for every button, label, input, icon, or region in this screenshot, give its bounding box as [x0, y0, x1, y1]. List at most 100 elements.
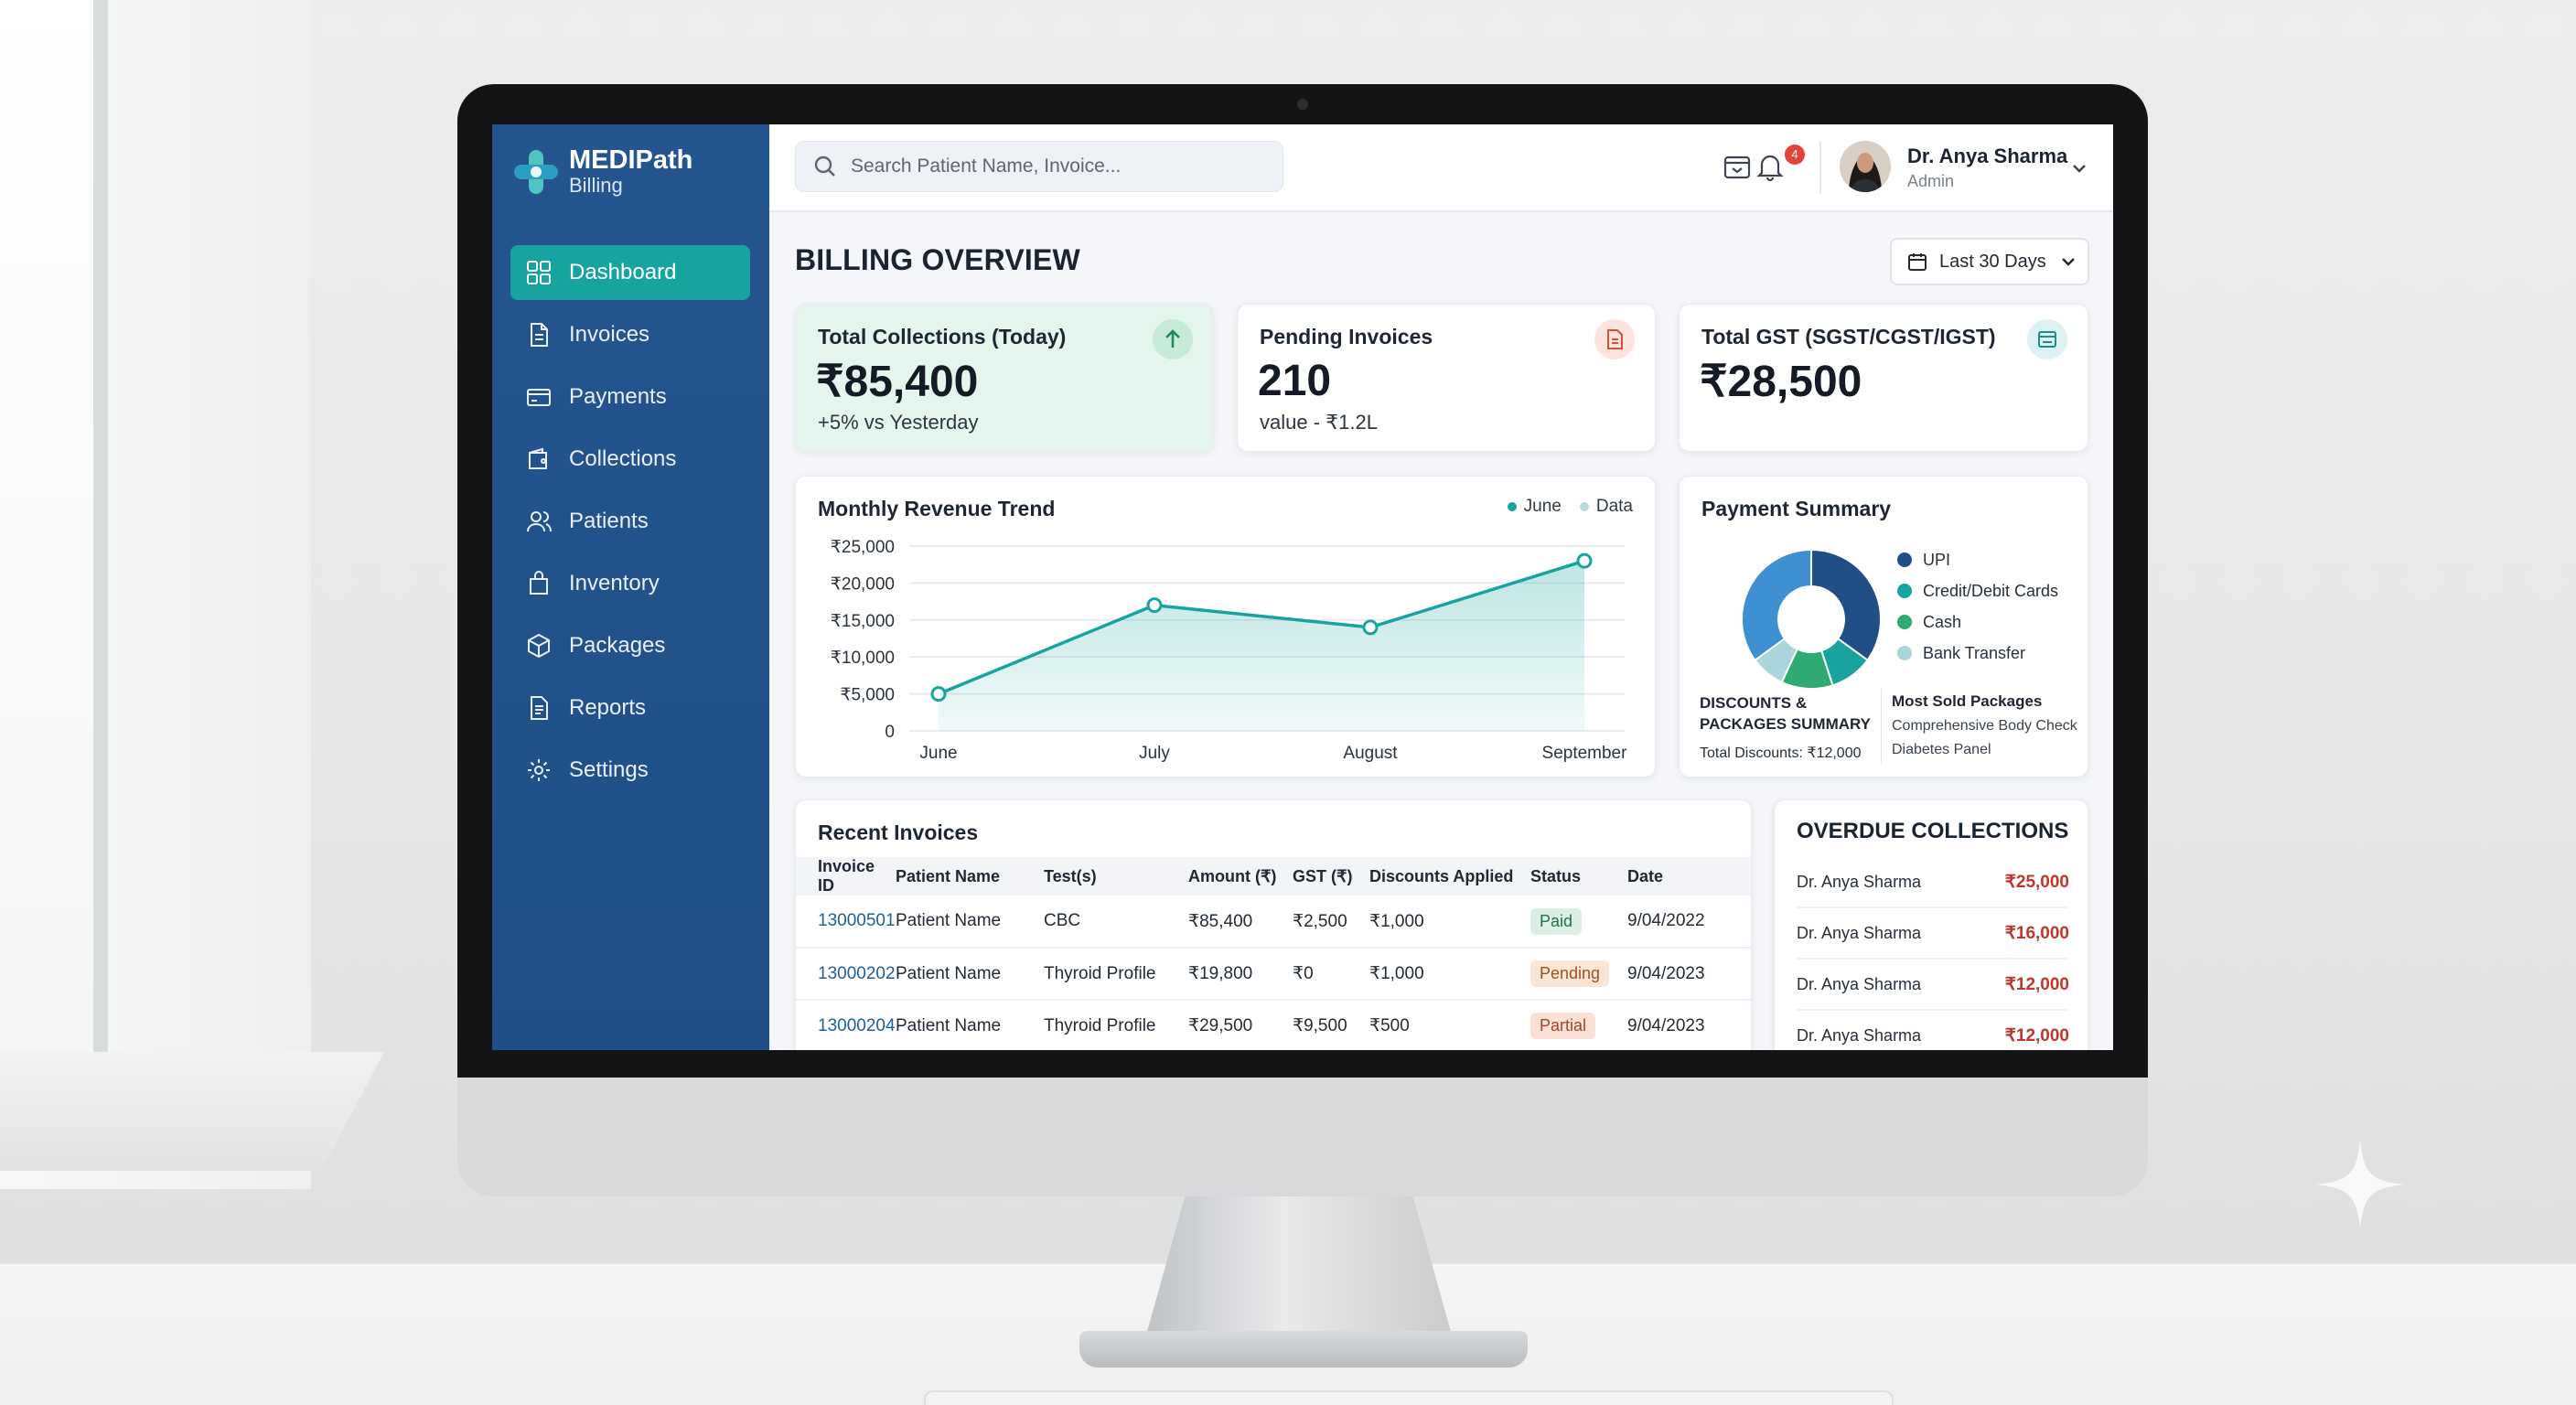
wallet-icon — [529, 447, 547, 469]
payment-legend: UPI Credit/Debit Cards Cash Bank Transfe… — [1897, 544, 2058, 669]
kpi-card-pending[interactable]: Pending Invoices 210 value - ₹1.2L — [1237, 304, 1656, 452]
sidebar-item-invoices[interactable]: Invoices — [510, 307, 750, 362]
column-header[interactable]: Status — [1530, 857, 1627, 896]
list-item[interactable]: Dr. Anya Sharma ₹25,000 — [1797, 857, 2069, 908]
x-tick-label: July — [1139, 744, 1170, 763]
status-cell: Paid — [1530, 896, 1627, 949]
overdue-name: Dr. Anya Sharma — [1797, 923, 1922, 942]
kpi-sub: value - ₹1.2L — [1260, 411, 1378, 434]
bell-icon[interactable] — [1754, 150, 1787, 183]
data-point — [1146, 597, 1163, 614]
sidebar-item-dashboard[interactable]: Dashboard — [510, 245, 750, 300]
list-item[interactable]: Dr. Anya Sharma ₹16,000 — [1797, 908, 2069, 960]
x-tick-label: September — [1542, 744, 1628, 763]
kpi-label: Pending Invoices — [1260, 325, 1433, 349]
column-header[interactable]: Invoice ID — [796, 857, 896, 896]
avatar[interactable] — [1840, 141, 1891, 192]
revenue-line-chart: ₹25,000 ₹20,000 ₹15,000 ₹10,000 ₹5,000 0 June J… — [831, 538, 1628, 763]
y-tick-label: ₹15,000 — [831, 612, 895, 631]
brand-name: MEDIPath — [569, 145, 693, 175]
users-icon — [527, 511, 552, 532]
invoices-table: Invoice ID Patient Name Test(s) Amount (… — [796, 857, 1751, 1050]
window-glass — [0, 0, 108, 1052]
y-tick-label: ₹5,000 — [840, 686, 895, 705]
user-role: Admin — [1907, 172, 1955, 190]
user-avatar-icon — [1840, 141, 1891, 192]
table-row[interactable]: 13000202 Patient Name Thyroid Profile ₹1… — [796, 948, 1751, 1001]
table-row[interactable]: 13000501 Patient Name CBC ₹85,400 ₹2,500… — [796, 896, 1751, 949]
data-point — [930, 686, 947, 702]
date-range-dropdown[interactable]: Last 30 Days — [1890, 238, 2089, 285]
column-header[interactable]: Discounts Applied — [1369, 857, 1530, 896]
invoice-id-link[interactable]: 13000202 — [796, 948, 896, 1001]
topbar: 4 Dr. Anya Sharma Admin — [769, 124, 2113, 212]
card-icon — [527, 389, 551, 406]
sidebar-item-patients[interactable]: Patients — [510, 494, 750, 549]
search-input[interactable] — [851, 156, 1253, 177]
table-row[interactable]: 13000204 Patient Name Thyroid Profile ₹2… — [796, 1000, 1751, 1050]
kpi-card-collections[interactable]: Total Collections (Today) ₹85,400 +5% vs… — [795, 304, 1214, 452]
monitor: MEDIPath Billing Dashboard Invoices Paym… — [457, 84, 2148, 1196]
gst-cell: ₹2,500 — [1293, 896, 1369, 949]
invoice-id-link[interactable]: 13000501 — [796, 896, 896, 949]
gst-cell: ₹0 — [1293, 948, 1369, 1001]
brand-subtitle: Billing — [569, 174, 623, 197]
amount-cell: ₹19,800 — [1188, 948, 1293, 1001]
brand[interactable]: MEDIPath Billing — [514, 146, 692, 198]
sidebar-item-label: Dashboard — [569, 260, 677, 284]
overdue-name: Dr. Anya Sharma — [1797, 974, 1922, 993]
x-tick-label: August — [1343, 744, 1398, 763]
sidebar-item-reports[interactable]: Reports — [510, 681, 750, 735]
column-header[interactable]: Patient Name — [896, 857, 1044, 896]
sidebar-item-payments[interactable]: Payments — [510, 370, 750, 424]
column-header[interactable]: Amount (₹) — [1188, 857, 1293, 896]
list-item[interactable]: Dr. Anya Sharma ₹12,000 — [1797, 1011, 2069, 1050]
calendar-icon — [1908, 253, 1927, 271]
legend-label: Credit/Debit Cards — [1923, 581, 2059, 600]
kpi-value: 210 — [1258, 357, 1332, 405]
data-point — [1576, 552, 1593, 569]
y-tick-label: 0 — [885, 723, 895, 742]
column-header[interactable]: GST (₹) — [1293, 857, 1369, 896]
sidebar-item-label: Reports — [569, 695, 647, 720]
overdue-title: OVERDUE COLLECTIONS — [1797, 819, 2069, 843]
most-sold-title: Most Sold Packages — [1892, 692, 2043, 710]
payment-legend-item: UPI — [1897, 544, 2058, 575]
sidebar-item-settings[interactable]: Settings — [510, 743, 750, 798]
keyboard — [924, 1390, 1894, 1405]
y-tick-label: ₹10,000 — [831, 649, 895, 668]
y-tick-label: ₹25,000 — [831, 538, 895, 557]
payment-legend-item: Cash — [1897, 606, 2058, 638]
search-icon — [814, 156, 835, 177]
user-name[interactable]: Dr. Anya Sharma — [1907, 145, 2067, 168]
overdue-collections-card: OVERDUE COLLECTIONS Dr. Anya Sharma ₹25,0… — [1774, 799, 2088, 1050]
sidebar-item-collections[interactable]: Collections — [510, 432, 750, 487]
recent-invoices-card: Recent Invoices Invoice ID Patient Name … — [795, 799, 1752, 1050]
discount-cell: ₹500 — [1369, 1000, 1530, 1050]
payment-legend-item: Credit/Debit Cards — [1897, 575, 2058, 606]
calendar-box-icon[interactable] — [1721, 150, 1754, 183]
gst-cell: ₹9,500 — [1293, 1000, 1369, 1050]
y-tick-label: ₹20,000 — [831, 574, 895, 594]
discount-cell: ₹1,000 — [1369, 948, 1530, 1001]
donut-slice — [1741, 548, 1812, 662]
discounts-total: Total Discounts: ₹12,000 — [1700, 745, 1862, 761]
invoice-id-link[interactable]: 13000204 — [796, 1000, 896, 1050]
legend-label: Bank Transfer — [1923, 643, 2026, 662]
column-header[interactable]: Date — [1627, 857, 1751, 896]
search-box[interactable] — [795, 141, 1283, 192]
column-header[interactable]: Test(s) — [1044, 857, 1188, 896]
arrow-up-icon — [1153, 319, 1193, 359]
sidebar-item-packages[interactable]: Packages — [510, 618, 750, 673]
amount-cell: ₹29,500 — [1188, 1000, 1293, 1050]
chevron-down-icon[interactable] — [2068, 157, 2090, 179]
notification-badge: 4 — [1785, 145, 1805, 165]
kpi-value: ₹85,400 — [816, 358, 979, 406]
medical-cross-logo-icon — [514, 150, 558, 194]
sidebar-item-inventory[interactable]: Inventory — [510, 556, 750, 611]
discount-cell: ₹1,000 — [1369, 896, 1530, 949]
list-item[interactable]: Dr. Anya Sharma ₹12,000 — [1797, 960, 2069, 1011]
box-icon — [528, 633, 550, 659]
kpi-card-gst[interactable]: Total GST (SGST/CGST/IGST) ₹28,500 — [1679, 304, 2088, 452]
report-icon — [531, 696, 548, 720]
